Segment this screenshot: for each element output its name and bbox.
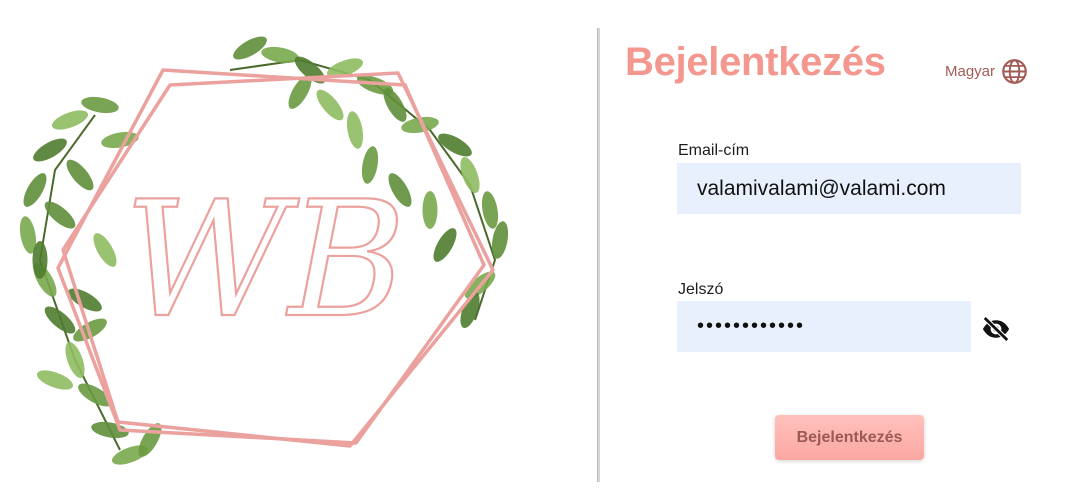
vertical-divider: [597, 28, 600, 482]
leaf: [433, 228, 457, 262]
leaf: [33, 138, 67, 162]
globe-icon: [1002, 58, 1027, 84]
email-label: Email-cím: [678, 142, 750, 159]
leaf: [233, 36, 267, 60]
leaf: [346, 111, 364, 149]
language-selector[interactable]: Magyar: [945, 56, 1028, 86]
wb-monogram-wreath-image: WB: [19, 36, 509, 465]
eye-slash-icon[interactable]: [981, 314, 1011, 344]
leaf: [66, 159, 94, 191]
language-label: Magyar: [945, 62, 996, 80]
leaf: [316, 89, 344, 121]
leaf: [65, 341, 85, 379]
leaf: [32, 241, 48, 279]
monogram-text: WB: [124, 166, 406, 353]
page-title: Bejelentkezés: [625, 40, 886, 84]
password-label: Jelszó: [678, 281, 724, 298]
leaf: [36, 370, 74, 390]
password-field[interactable]: [677, 301, 971, 352]
leaf: [460, 156, 480, 194]
leaf: [261, 46, 299, 64]
leaf: [422, 191, 438, 229]
wedding-logo: WB: [0, 0, 560, 497]
email-field[interactable]: [677, 163, 1021, 214]
leaf: [44, 201, 76, 229]
login-button[interactable]: Bejelentkezés: [775, 415, 924, 460]
leaf: [93, 233, 117, 267]
